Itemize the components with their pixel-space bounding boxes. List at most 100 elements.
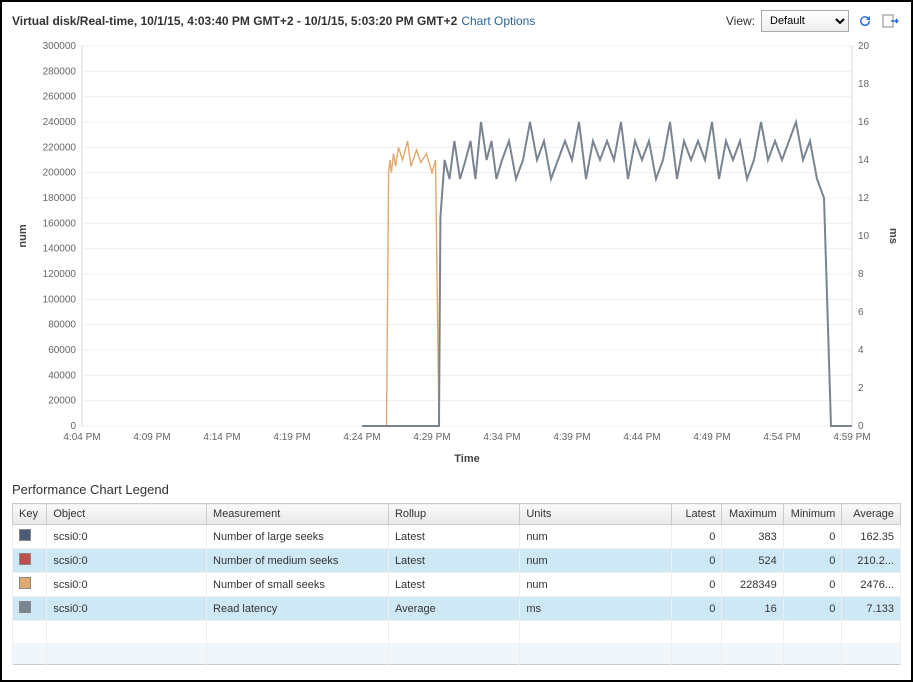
view-select[interactable]: Default: [761, 10, 849, 32]
svg-text:80000: 80000: [48, 320, 76, 331]
key-swatch: [19, 529, 31, 541]
cell-minimum: 0: [783, 573, 842, 597]
svg-text:100000: 100000: [43, 294, 77, 305]
legend-table: Key Object Measurement Rollup Units Late…: [12, 503, 901, 665]
svg-text:16: 16: [858, 117, 870, 128]
cell-minimum: 0: [783, 597, 842, 621]
svg-text:240000: 240000: [43, 117, 77, 128]
cell-average: 162.35: [842, 525, 901, 549]
chart-options-link[interactable]: Chart Options: [461, 14, 535, 28]
cell-units: num: [520, 525, 672, 549]
cell-object: scsi0:0: [47, 597, 207, 621]
svg-text:8: 8: [858, 269, 864, 280]
svg-text:160000: 160000: [43, 218, 77, 229]
svg-text:4:24 PM: 4:24 PM: [343, 432, 380, 443]
header-bar: Virtual disk/Real-time, 10/1/15, 4:03:40…: [12, 10, 901, 32]
cell-average: 2476...: [842, 573, 901, 597]
svg-text:40000: 40000: [48, 370, 76, 381]
svg-text:12: 12: [858, 193, 870, 204]
svg-text:0: 0: [70, 421, 76, 432]
svg-text:20000: 20000: [48, 396, 76, 407]
svg-text:4:19 PM: 4:19 PM: [273, 432, 310, 443]
cell-average: 7.133: [842, 597, 901, 621]
svg-text:6: 6: [858, 307, 864, 318]
svg-text:num: num: [17, 224, 29, 247]
refresh-icon[interactable]: [855, 11, 875, 31]
cell-object: scsi0:0: [47, 573, 207, 597]
chart-title: Virtual disk/Real-time, 10/1/15, 4:03:40…: [12, 14, 457, 28]
key-swatch: [19, 601, 31, 613]
svg-text:14: 14: [858, 155, 870, 166]
svg-text:220000: 220000: [43, 142, 77, 153]
cell-object: scsi0:0: [47, 549, 207, 573]
svg-text:4:54 PM: 4:54 PM: [763, 432, 800, 443]
cell-latest: 0: [671, 573, 722, 597]
cell-object: scsi0:0: [47, 525, 207, 549]
cell-average: 210.2...: [842, 549, 901, 573]
svg-text:4:14 PM: 4:14 PM: [203, 432, 240, 443]
cell-minimum: 0: [783, 525, 842, 549]
view-label: View:: [726, 14, 755, 28]
col-units[interactable]: Units: [520, 504, 672, 525]
table-row[interactable]: scsi0:0 Number of small seeks Latest num…: [13, 573, 901, 597]
svg-text:4:44 PM: 4:44 PM: [623, 432, 660, 443]
svg-text:4:29 PM: 4:29 PM: [413, 432, 450, 443]
svg-text:180000: 180000: [43, 193, 77, 204]
cell-rollup: Latest: [388, 549, 519, 573]
svg-text:4:49 PM: 4:49 PM: [693, 432, 730, 443]
svg-text:20: 20: [858, 41, 870, 52]
svg-text:4:39 PM: 4:39 PM: [553, 432, 590, 443]
cell-rollup: Latest: [388, 525, 519, 549]
cell-rollup: Latest: [388, 573, 519, 597]
cell-rollup: Average: [388, 597, 519, 621]
svg-text:18: 18: [858, 79, 870, 90]
svg-text:4: 4: [858, 345, 864, 356]
cell-measurement: Number of large seeks: [207, 525, 389, 549]
cell-latest: 0: [671, 549, 722, 573]
cell-minimum: 0: [783, 549, 842, 573]
table-row: [13, 643, 901, 665]
cell-units: ms: [520, 597, 672, 621]
cell-units: num: [520, 573, 672, 597]
svg-text:ms: ms: [887, 228, 899, 244]
svg-text:4:09 PM: 4:09 PM: [133, 432, 170, 443]
col-key[interactable]: Key: [13, 504, 47, 525]
table-row[interactable]: scsi0:0 Number of large seeks Latest num…: [13, 525, 901, 549]
col-object[interactable]: Object: [47, 504, 207, 525]
cell-maximum: 16: [722, 597, 783, 621]
col-minimum[interactable]: Minimum: [783, 504, 842, 525]
cell-measurement: Read latency: [207, 597, 389, 621]
key-swatch: [19, 553, 31, 565]
cell-maximum: 228349: [722, 573, 783, 597]
cell-measurement: Number of medium seeks: [207, 549, 389, 573]
col-maximum[interactable]: Maximum: [722, 504, 783, 525]
key-swatch: [19, 577, 31, 589]
cell-maximum: 383: [722, 525, 783, 549]
svg-text:2: 2: [858, 383, 864, 394]
svg-text:260000: 260000: [43, 92, 77, 103]
svg-text:60000: 60000: [48, 345, 76, 356]
col-measurement[interactable]: Measurement: [207, 504, 389, 525]
table-row[interactable]: scsi0:0 Number of medium seeks Latest nu…: [13, 549, 901, 573]
svg-text:4:04 PM: 4:04 PM: [63, 432, 100, 443]
table-row: [13, 621, 901, 643]
export-icon[interactable]: [881, 11, 901, 31]
cell-latest: 0: [671, 525, 722, 549]
svg-text:0: 0: [858, 421, 864, 432]
svg-text:Time: Time: [454, 453, 479, 465]
cell-latest: 0: [671, 597, 722, 621]
cell-maximum: 524: [722, 549, 783, 573]
svg-text:120000: 120000: [43, 269, 77, 280]
svg-text:300000: 300000: [43, 41, 77, 52]
col-rollup[interactable]: Rollup: [388, 504, 519, 525]
table-row[interactable]: scsi0:0 Read latency Average ms 0 16 0 7…: [13, 597, 901, 621]
col-latest[interactable]: Latest: [671, 504, 722, 525]
svg-text:4:59 PM: 4:59 PM: [833, 432, 870, 443]
svg-text:10: 10: [858, 231, 870, 242]
col-average[interactable]: Average: [842, 504, 901, 525]
legend-title: Performance Chart Legend: [12, 482, 901, 497]
cell-measurement: Number of small seeks: [207, 573, 389, 597]
cell-units: num: [520, 549, 672, 573]
performance-chart: 0200004000060000800001000001200001400001…: [12, 36, 902, 466]
svg-text:200000: 200000: [43, 168, 77, 179]
